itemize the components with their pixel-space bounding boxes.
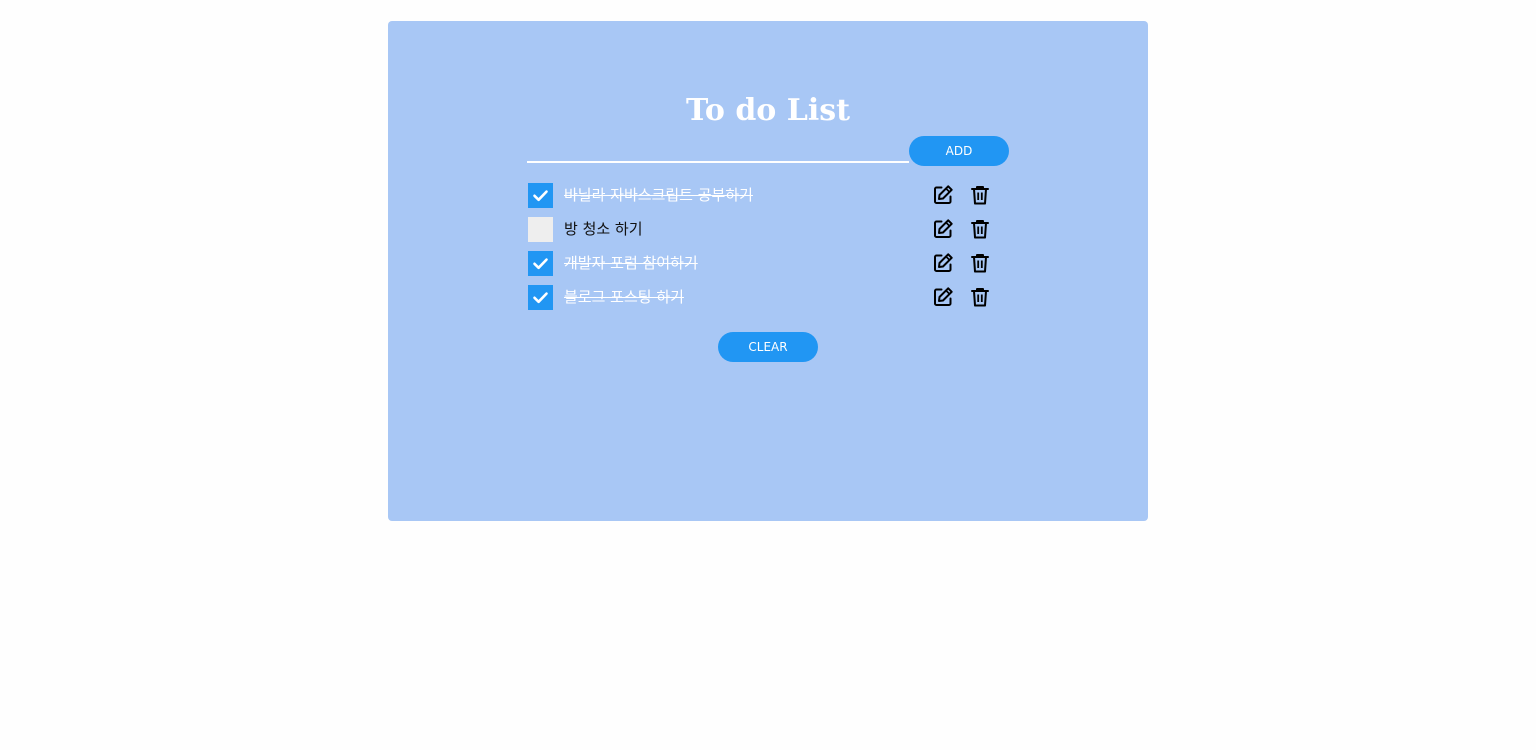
- todo-checkbox[interactable]: [528, 285, 553, 310]
- check-icon: [533, 292, 548, 304]
- todo-item: 개발자 포럼 참여하기: [528, 249, 998, 283]
- clear-button[interactable]: CLEAR: [718, 332, 818, 362]
- trash-icon[interactable]: [969, 218, 991, 240]
- trash-icon[interactable]: [969, 184, 991, 206]
- page-title: To do List: [685, 93, 850, 128]
- todo-card: To do List ADD 바닐라 자바스크립트 공부하기 방 청소 하기 개…: [388, 21, 1148, 521]
- todo-checkbox[interactable]: [528, 217, 553, 242]
- edit-icon[interactable]: [932, 252, 954, 274]
- check-icon: [533, 190, 548, 202]
- todo-input[interactable]: [527, 136, 909, 163]
- edit-icon[interactable]: [932, 184, 954, 206]
- todo-item: 방 청소 하기: [528, 215, 998, 249]
- check-icon: [533, 258, 548, 270]
- todo-input-row: ADD: [527, 136, 1009, 166]
- todo-text: 개발자 포럼 참여하기: [564, 254, 698, 272]
- todo-checkbox[interactable]: [528, 251, 553, 276]
- todo-item: 바닐라 자바스크립트 공부하기: [528, 181, 998, 215]
- trash-icon[interactable]: [969, 252, 991, 274]
- edit-icon[interactable]: [932, 218, 954, 240]
- todo-item: 블로그 포스팅 하기: [528, 283, 998, 317]
- todo-text: 블로그 포스팅 하기: [564, 288, 684, 306]
- edit-icon[interactable]: [932, 286, 954, 308]
- todo-list: 바닐라 자바스크립트 공부하기 방 청소 하기 개발자 포럼 참여하기 블로그 …: [528, 181, 998, 317]
- todo-text: 바닐라 자바스크립트 공부하기: [564, 186, 753, 204]
- add-button[interactable]: ADD: [909, 136, 1009, 166]
- todo-checkbox[interactable]: [528, 183, 553, 208]
- trash-icon[interactable]: [969, 286, 991, 308]
- todo-text: 방 청소 하기: [564, 220, 643, 238]
